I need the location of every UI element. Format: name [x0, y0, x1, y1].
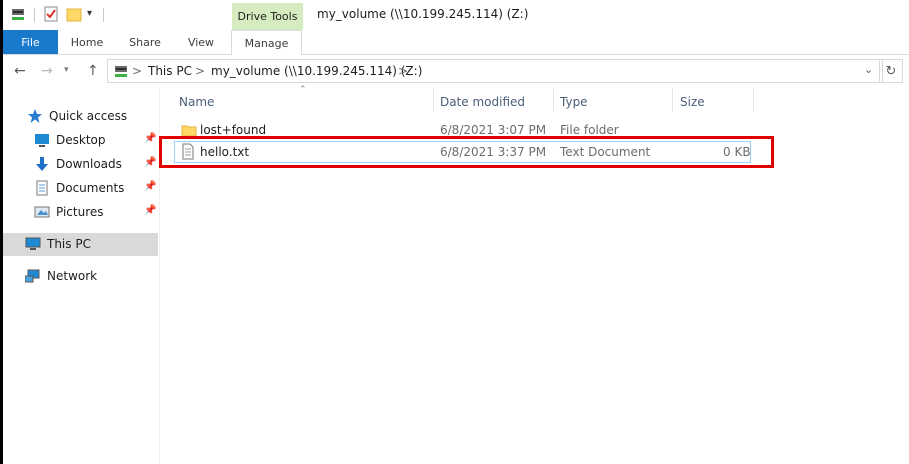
- sidebar-item-label: Downloads: [56, 157, 122, 171]
- column-divider[interactable]: [753, 88, 754, 112]
- tab-share[interactable]: Share: [123, 30, 167, 54]
- tab-home[interactable]: Home: [65, 30, 109, 54]
- sidebar-item-label: Network: [47, 269, 98, 283]
- tab-file[interactable]: File: [3, 30, 58, 54]
- sidebar-item-label: Desktop: [56, 133, 106, 147]
- sidebar-item-pictures[interactable]: Pictures: [34, 201, 104, 223]
- address-separator[interactable]: >: [398, 64, 408, 78]
- address-segment-this-pc[interactable]: This PC: [148, 64, 192, 78]
- properties-icon[interactable]: [43, 6, 59, 22]
- computer-icon: [25, 236, 41, 252]
- column-divider[interactable]: [672, 88, 673, 112]
- sidebar-item-network[interactable]: Network: [24, 265, 98, 287]
- drive-tools-context-label: Drive Tools: [232, 3, 303, 30]
- forward-arrow-icon[interactable]: →: [41, 63, 53, 79]
- new-folder-icon[interactable]: [66, 6, 82, 22]
- ribbon-tabs: File Home Share View Manage: [3, 30, 909, 56]
- sidebar-item-this-pc[interactable]: This PC: [25, 233, 91, 255]
- address-bar[interactable]: > This PC > my_volume (\\10.199.245.114)…: [107, 59, 883, 83]
- back-arrow-icon[interactable]: ←: [14, 63, 26, 79]
- column-divider[interactable]: [553, 88, 554, 112]
- drive-icon[interactable]: [10, 6, 26, 22]
- pin-icon[interactable]: 📌: [144, 133, 156, 144]
- navigation-pane: Quick access Desktop 📌 Downloads 📌 Docum…: [3, 88, 160, 464]
- sidebar-item-desktop[interactable]: Desktop: [34, 129, 106, 151]
- tab-view[interactable]: View: [179, 30, 223, 54]
- file-name: lost+found: [200, 123, 267, 137]
- column-divider[interactable]: [433, 88, 434, 112]
- sort-arrow-icon: ⌃: [299, 85, 307, 95]
- column-header-type[interactable]: Type: [560, 95, 588, 109]
- qat-divider: [34, 8, 35, 22]
- sidebar-item-label: Documents: [56, 181, 125, 195]
- qat-divider-2: [103, 8, 104, 22]
- sidebar-item-label: This PC: [47, 237, 91, 251]
- address-separator[interactable]: >: [132, 64, 142, 78]
- title-bar: ▾ Drive Tools my_volume (\\10.199.245.11…: [3, 0, 909, 30]
- column-header-size[interactable]: Size: [680, 95, 705, 109]
- column-header-date-modified[interactable]: Date modified: [440, 95, 525, 109]
- sidebar-item-downloads[interactable]: Downloads: [34, 153, 122, 175]
- tab-manage[interactable]: Manage: [231, 30, 302, 56]
- sidebar-item-label: Pictures: [56, 205, 104, 219]
- window-title: my_volume (\\10.199.245.114) (Z:): [317, 7, 529, 21]
- documents-icon: [34, 180, 50, 196]
- download-icon: [34, 156, 50, 172]
- desktop-icon: [34, 132, 50, 148]
- recent-locations-chevron-icon[interactable]: ▾: [64, 65, 69, 75]
- sidebar-item-quick-access[interactable]: Quick access: [27, 105, 127, 127]
- file-type: File folder: [560, 123, 619, 137]
- sidebar-item-label: Quick access: [49, 109, 128, 123]
- address-drive-icon: [113, 63, 129, 82]
- pin-icon[interactable]: 📌: [144, 181, 156, 192]
- column-header-name[interactable]: Name: [179, 95, 214, 109]
- address-segment-volume[interactable]: my_volume (\\10.199.245.114) (Z:): [211, 64, 422, 78]
- address-separator[interactable]: >: [195, 64, 205, 78]
- pin-icon[interactable]: 📌: [144, 157, 156, 168]
- customize-qat-icon[interactable]: ▾: [87, 6, 103, 22]
- file-date: 6/8/2021 3:07 PM: [440, 123, 547, 137]
- pictures-icon: [34, 204, 50, 220]
- star-icon: [27, 108, 43, 124]
- navigation-bar: ← → ▾ ↑ > This PC > my_volume (\\10.199.…: [3, 55, 909, 88]
- highlight-annotation: [159, 136, 774, 168]
- sidebar-item-documents[interactable]: Documents: [34, 177, 124, 199]
- pin-icon[interactable]: 📌: [144, 205, 156, 216]
- refresh-icon[interactable]: ↻: [879, 59, 903, 83]
- network-icon: [24, 268, 41, 284]
- address-dropdown-chevron-icon[interactable]: ⌄: [864, 63, 873, 76]
- up-arrow-icon[interactable]: ↑: [87, 63, 99, 79]
